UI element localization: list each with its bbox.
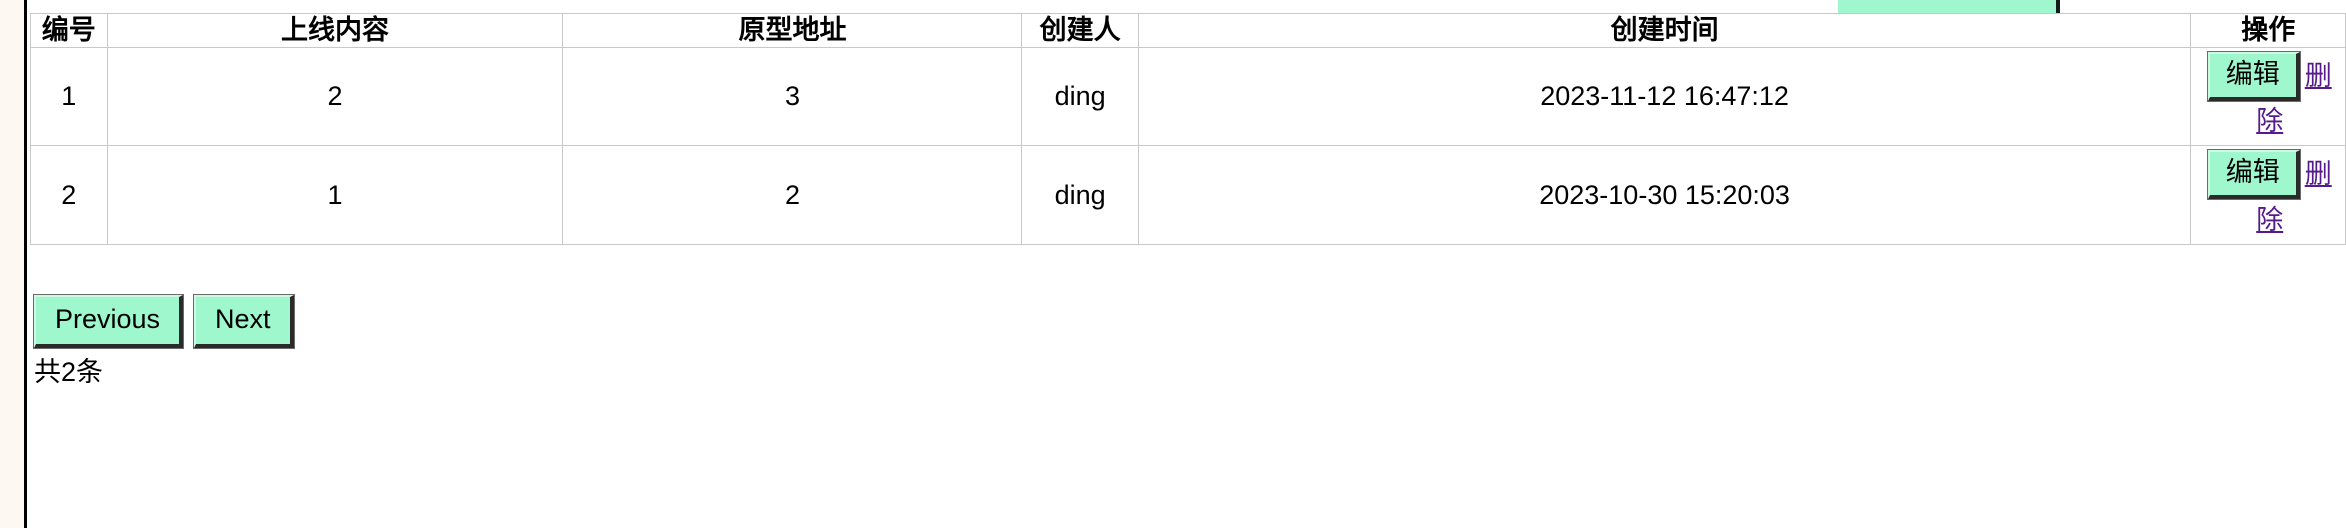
column-header-ops: 操作 — [2190, 13, 2346, 48]
release-records-table: 编号 上线内容 原型地址 创建人 创建时间 操作 1 2 3 ding 2023… — [30, 13, 2346, 245]
table-header: 编号 上线内容 原型地址 创建人 创建时间 操作 — [30, 13, 2346, 48]
next-page-button[interactable]: Next — [193, 294, 295, 349]
column-header-id: 编号 — [30, 13, 108, 48]
cell-id: 1 — [30, 46, 108, 147]
left-gutter — [0, 0, 27, 528]
cell-creator: ding — [1021, 145, 1139, 245]
table-row: 1 2 3 ding 2023-11-12 16:47:12 编辑 删除 — [30, 46, 2346, 147]
column-header-creator: 创建人 — [1021, 13, 1139, 48]
previous-page-button[interactable]: Previous — [32, 294, 185, 349]
edit-button[interactable]: 编辑 — [2206, 51, 2301, 102]
cell-operations: 编辑 删除 — [2190, 145, 2346, 245]
table-row: 2 1 2 ding 2023-10-30 15:20:03 编辑 删除 — [30, 145, 2346, 245]
column-header-content: 上线内容 — [106, 13, 564, 48]
cell-proto: 2 — [562, 145, 1023, 245]
edit-button[interactable]: 编辑 — [2206, 149, 2301, 201]
cell-creator: ding — [1021, 46, 1139, 147]
cell-operations: 编辑 删除 — [2190, 46, 2346, 147]
cell-content: 2 — [106, 46, 564, 147]
cell-time: 2023-10-30 15:20:03 — [1137, 145, 2192, 245]
column-header-proto: 原型地址 — [562, 13, 1023, 48]
pagination-controls: Previous Next — [32, 294, 295, 349]
main-content-area: 编号 上线内容 原型地址 创建人 创建时间 操作 1 2 3 ding 2023… — [30, 0, 2346, 528]
cell-proto: 3 — [562, 46, 1023, 147]
cell-id: 2 — [30, 145, 108, 245]
total-count-label: 共2条 — [34, 357, 104, 387]
cell-time: 2023-11-12 16:47:12 — [1137, 46, 2192, 147]
table-body: 1 2 3 ding 2023-11-12 16:47:12 编辑 删除 2 1 … — [30, 46, 2346, 245]
cell-content: 1 — [106, 145, 564, 245]
table-header-row: 编号 上线内容 原型地址 创建人 创建时间 操作 — [30, 13, 2346, 48]
column-header-time: 创建时间 — [1137, 13, 2192, 48]
